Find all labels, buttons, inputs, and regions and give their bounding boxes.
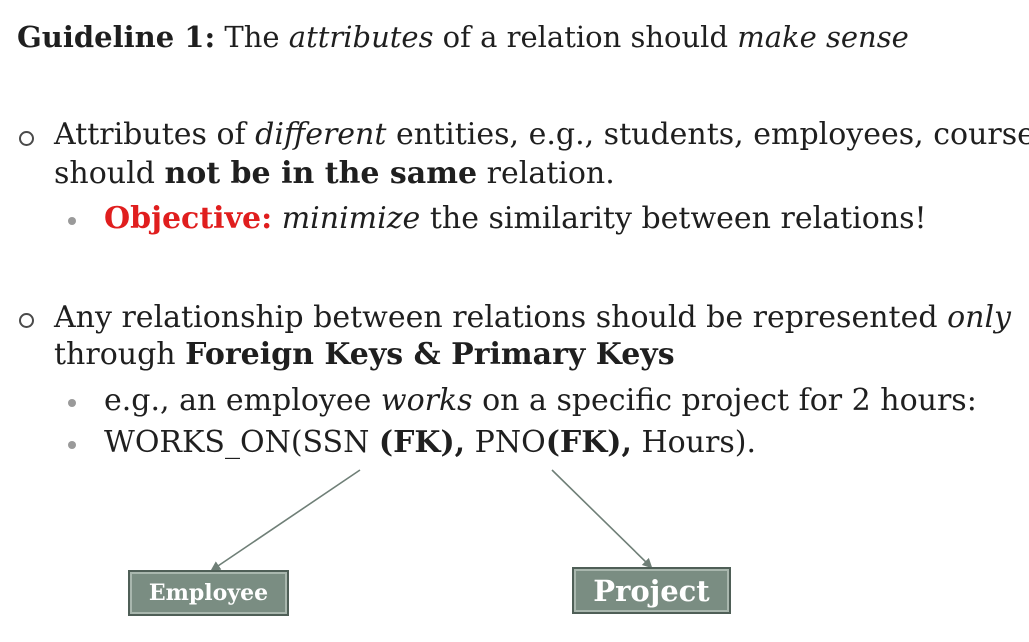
arrow-ssn-to-employee <box>210 469 361 572</box>
employee-box: Employee <box>128 570 289 616</box>
fk-arrows-diagram <box>210 469 653 572</box>
arrow-pno-to-project <box>551 469 653 569</box>
project-box: Project <box>572 567 731 614</box>
